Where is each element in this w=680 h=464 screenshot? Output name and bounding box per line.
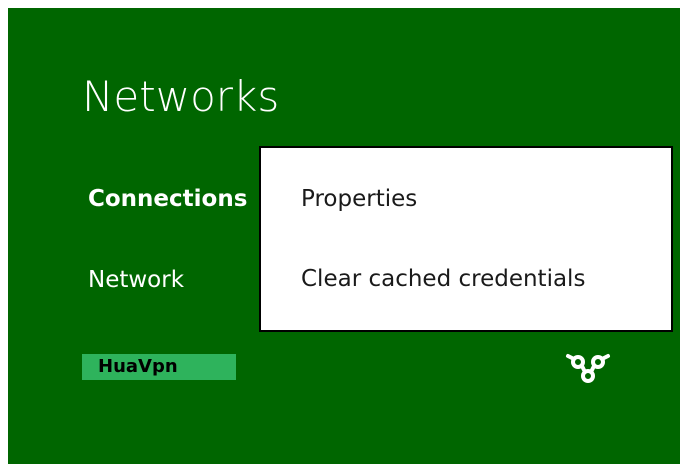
vpn-connection-icon	[560, 348, 616, 388]
context-menu: Properties Clear cached credentials	[259, 146, 673, 332]
vpn-name: HuaVpn	[82, 354, 236, 380]
network-label: Network	[88, 267, 185, 293]
clear-cached-credentials-menu-item[interactable]: Clear cached credentials	[301, 268, 585, 291]
page-title: Networks	[82, 72, 280, 121]
vpn-connection-item[interactable]: HuaVpn	[82, 348, 642, 388]
connections-label: Connections	[88, 186, 248, 212]
screenshot-frame: Networks Connections Network HuaVpn Prop…	[0, 0, 680, 464]
properties-menu-item[interactable]: Properties	[301, 188, 417, 211]
